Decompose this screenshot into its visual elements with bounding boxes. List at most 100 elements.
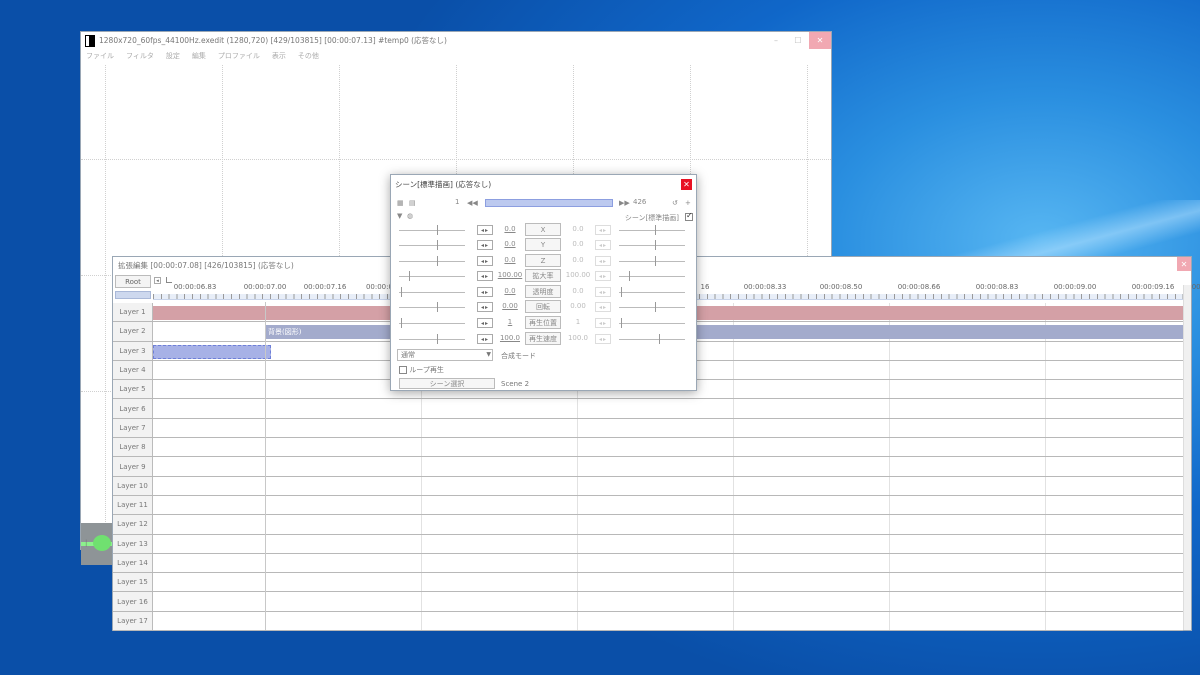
param-value[interactable]: 0.00 (497, 302, 523, 310)
layer-label[interactable]: Layer 1 (113, 303, 153, 322)
layer-label[interactable]: Layer 3 (113, 341, 153, 360)
layer-label[interactable]: Layer 15 (113, 573, 153, 592)
scene-select-button[interactable]: シーン選択 (399, 378, 495, 389)
layer-label[interactable]: Layer 11 (113, 495, 153, 515)
menu-other[interactable]: その他 (298, 51, 319, 61)
stepper-arrows[interactable]: ◂▸ (477, 334, 493, 344)
layer-label[interactable]: Layer 9 (113, 457, 153, 476)
slider-knob[interactable] (437, 225, 438, 235)
layer-label[interactable]: Layer 12 (113, 515, 153, 534)
param-button-playback-speed[interactable]: 再生速度 (525, 332, 561, 345)
add-filter-icon[interactable]: + (685, 199, 693, 207)
menu-filter[interactable]: フィルタ (126, 51, 154, 61)
close-button[interactable]: ✕ (809, 32, 831, 49)
slider-track[interactable] (399, 230, 465, 231)
fast-forward-icon[interactable]: ▶▶ (619, 199, 630, 207)
param-button-z[interactable]: Z (525, 254, 561, 267)
param-button-y[interactable]: Y (525, 238, 561, 251)
layer-track[interactable] (153, 438, 1183, 456)
param-button-x[interactable]: X (525, 223, 561, 236)
slider-knob[interactable] (409, 271, 410, 281)
layer-track[interactable] (153, 515, 1183, 533)
stepper-arrows[interactable]: ◂▸ (477, 302, 493, 312)
stepper-arrows[interactable]: ◂▸ (477, 318, 493, 328)
layer-track[interactable] (153, 592, 1183, 610)
slider-track[interactable] (399, 245, 465, 246)
rewind-icon[interactable]: ◀◀ (467, 199, 478, 207)
camera-icon[interactable]: ▦ (397, 199, 405, 207)
param-value[interactable]: 1 (497, 318, 523, 326)
image-icon[interactable]: ▤ (409, 199, 417, 207)
param-button-playback-position[interactable]: 再生位置 (525, 316, 561, 329)
undo-icon[interactable]: ↺ (672, 199, 680, 207)
ruler-selector[interactable] (115, 291, 151, 299)
layer-track[interactable] (153, 535, 1183, 553)
slider-knob[interactable] (437, 240, 438, 250)
param-value[interactable]: 100.0 (497, 334, 523, 342)
layer-label[interactable]: Layer 10 (113, 476, 153, 495)
param-value[interactable]: 0.0 (497, 256, 523, 264)
main-titlebar[interactable]: 1280x720_60fps_44100Hz.exedit (1280,720)… (81, 32, 831, 49)
param-value[interactable]: 0.0 (497, 287, 523, 295)
layer-track[interactable] (153, 419, 1183, 437)
param-value[interactable]: 100.00 (497, 271, 523, 279)
layer-track[interactable] (153, 612, 1183, 630)
blend-mode-select[interactable]: 通常 ▼ (397, 349, 493, 361)
param-button-scale[interactable]: 拡大率 (525, 269, 561, 282)
root-button[interactable]: Root (115, 275, 151, 288)
enable-checkbox[interactable] (685, 211, 693, 221)
maximize-button[interactable]: ☐ (787, 32, 809, 49)
stepper-arrows[interactable]: ◂▸ (477, 287, 493, 297)
slider-track[interactable] (399, 292, 465, 293)
layer-track[interactable] (153, 554, 1183, 572)
stepper-arrows[interactable]: ◂▸ (477, 240, 493, 250)
slider-knob[interactable] (401, 287, 402, 297)
layer-label[interactable]: Layer 4 (113, 360, 153, 380)
slider-track[interactable] (399, 307, 465, 308)
layer-track[interactable] (153, 457, 1183, 475)
layer-label[interactable]: Layer 7 (113, 418, 153, 438)
layer-track[interactable] (153, 399, 1183, 417)
playhead-line[interactable] (265, 302, 266, 630)
layer-track[interactable] (153, 573, 1183, 591)
selected-object-bar[interactable] (153, 344, 271, 359)
menu-edit[interactable]: 編集 (192, 51, 206, 61)
minimize-button[interactable]: – (765, 32, 787, 49)
param-value[interactable]: 0.0 (497, 225, 523, 233)
timeline-close-button[interactable]: ✕ (1177, 257, 1191, 271)
slider-knob[interactable] (437, 302, 438, 312)
slider-track[interactable] (399, 339, 465, 340)
menu-view[interactable]: 表示 (272, 51, 286, 61)
dialog-titlebar[interactable]: シーン[標準描画] (応答なし) (391, 175, 696, 193)
layer-label[interactable]: Layer 5 (113, 380, 153, 399)
slider-knob[interactable] (437, 256, 438, 266)
stepper-arrows[interactable]: ◂▸ (477, 225, 493, 235)
layer-label[interactable]: Layer 6 (113, 399, 153, 418)
menu-settings[interactable]: 設定 (166, 51, 180, 61)
collapse-triangle-icon[interactable]: ▼ (397, 212, 402, 220)
slider-track[interactable] (399, 261, 465, 262)
slider-knob[interactable] (437, 334, 438, 344)
loop-checkbox[interactable] (399, 366, 407, 374)
layer-label[interactable]: Layer 14 (113, 553, 153, 573)
menu-file[interactable]: ファイル (86, 51, 114, 61)
layer-label[interactable]: Layer 2 (113, 322, 153, 341)
vertical-scrollbar[interactable] (1183, 285, 1191, 630)
menu-profile[interactable]: プロファイル (218, 51, 260, 61)
layer-label[interactable]: Layer 13 (113, 534, 153, 553)
layer-label[interactable]: Layer 16 (113, 592, 153, 611)
dialog-close-button[interactable]: ✕ (681, 179, 692, 190)
param-button-opacity[interactable]: 透明度 (525, 285, 561, 298)
param-value[interactable]: 0.0 (497, 240, 523, 248)
slider-track[interactable] (399, 323, 465, 324)
layer-track[interactable] (153, 477, 1183, 495)
param-button-rotation[interactable]: 回転 (525, 300, 561, 313)
layer-track[interactable] (153, 496, 1183, 514)
layer-label[interactable]: Layer 17 (113, 611, 153, 631)
slider-knob[interactable] (401, 318, 402, 328)
layer-label[interactable]: Layer 8 (113, 438, 153, 457)
loop-playback-option[interactable]: ループ再生 (399, 365, 444, 375)
stepper-arrows[interactable]: ◂▸ (477, 256, 493, 266)
frame-seek-bar[interactable] (485, 199, 613, 207)
stepper-arrows[interactable]: ◂▸ (477, 271, 493, 281)
